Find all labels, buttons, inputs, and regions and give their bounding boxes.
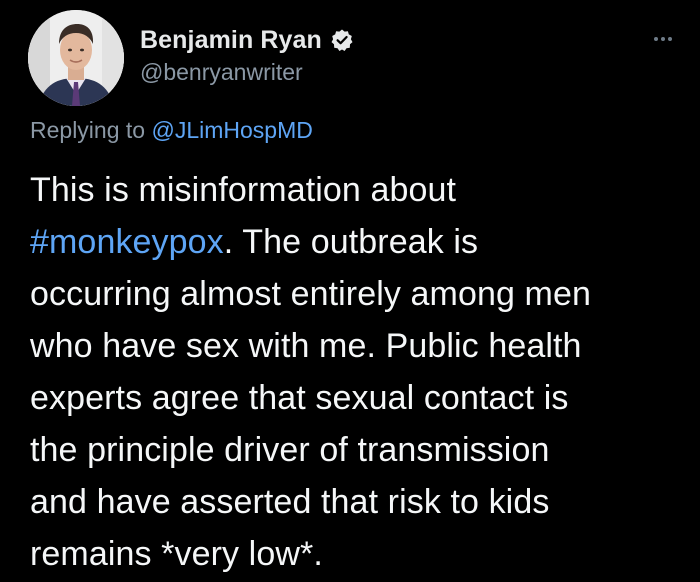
reply-mention-link[interactable]: @JLimHospMD (151, 117, 312, 143)
tweet-text-line: occurring almost entirely among men (30, 275, 591, 313)
tweet-text-line: experts agree that sexual contact is (30, 379, 569, 417)
hashtag-link[interactable]: #monkeypox (30, 223, 224, 261)
tweet-text-line: and have asserted that risk to kids (30, 483, 550, 521)
verified-badge-icon (330, 28, 354, 52)
avatar-photo (28, 10, 124, 106)
name-row: Benjamin Ryan (140, 22, 354, 58)
tweet-text-line: the principle driver of transmission (30, 431, 550, 469)
tweet-text-line: remains *very low*. (30, 535, 323, 573)
tweet-text-line: This is misinformation about (30, 171, 457, 209)
tweet-card: Benjamin Ryan @benryanwriter Replying to… (0, 0, 700, 582)
replying-to-label: Replying to (30, 117, 152, 143)
more-options-icon[interactable] (654, 34, 682, 44)
tweet-text-fragment: . The outbreak is (223, 223, 479, 261)
author-handle[interactable]: @benryanwriter (140, 59, 354, 86)
tweet-text: This is misinformation about #monkeypox.… (30, 164, 690, 580)
tweet-text-line: #monkeypox. The outbreak is (30, 216, 690, 268)
author-display-name[interactable]: Benjamin Ryan (140, 26, 322, 55)
replying-to: Replying to @JLimHospMD (30, 117, 313, 144)
tweet-header: Benjamin Ryan @benryanwriter (140, 22, 354, 86)
tweet-text-line: who have sex with me. Public health (30, 327, 582, 365)
avatar[interactable] (28, 10, 124, 106)
